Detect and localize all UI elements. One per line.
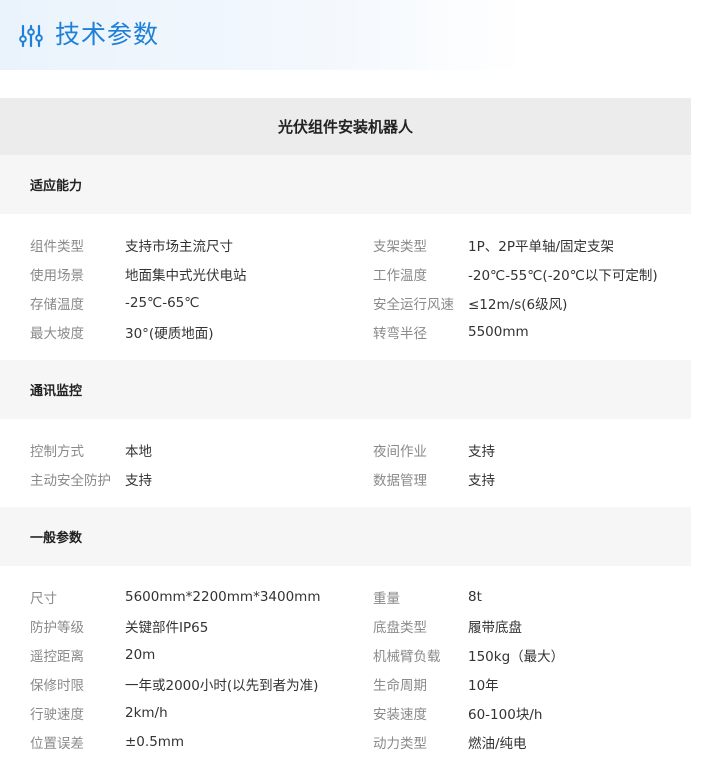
product-title: 光伏组件安装机器人 — [0, 98, 691, 155]
section-title: 通讯监控 — [0, 360, 691, 419]
spec-row: 控制方式 本地 夜间作业 支持 — [0, 435, 691, 464]
spec-row: 遥控距离 20m 机械臂负载 150kg（最大） — [0, 640, 691, 669]
spec-label: 安全运行风速 — [373, 296, 454, 313]
spec-value: 支持 — [468, 472, 495, 489]
spec-row: 位置误差 ±0.5mm 动力类型 燃油/纯电 — [0, 727, 691, 756]
spec-row: 保修时限 一年或2000小时(以先到者为准) 生命周期 10年 — [0, 669, 691, 698]
spec-value: 20m — [125, 646, 156, 663]
spec-value: 本地 — [125, 443, 152, 460]
spec-row: 组件类型 支持市场主流尺寸 支架类型 1P、2P平单轴/固定支架 — [0, 230, 691, 259]
spec-value: ±0.5mm — [125, 733, 185, 750]
spec-value: 150kg（最大） — [468, 648, 565, 665]
section-title: 一般参数 — [0, 507, 691, 566]
section-body: 控制方式 本地 夜间作业 支持 主动安全防护 支持 数据管理 支持 — [0, 419, 691, 507]
spec-row: 存储温度 -25℃-65℃ 安全运行风速 ≤12m/s(6级风) — [0, 288, 691, 317]
spec-value: 关键部件IP65 — [125, 619, 209, 636]
spec-value: 10年 — [468, 677, 499, 694]
spec-value: ≤12m/s(6级风) — [468, 296, 568, 313]
spec-label: 主动安全防护 — [30, 472, 111, 489]
spec-value: 8t — [468, 588, 482, 605]
sliders-icon — [19, 24, 43, 48]
spec-value: 支持市场主流尺寸 — [125, 238, 233, 255]
page-header: 技术参数 — [0, 0, 704, 70]
spec-value: 2km/h — [125, 704, 168, 721]
spec-value: 5500mm — [468, 323, 529, 340]
spec-label: 防护等级 — [30, 619, 84, 636]
section-title: 适应能力 — [0, 155, 691, 214]
spec-label: 底盘类型 — [373, 619, 427, 636]
spec-label: 组件类型 — [30, 238, 84, 255]
spec-label: 尺寸 — [30, 590, 57, 607]
section-body: 组件类型 支持市场主流尺寸 支架类型 1P、2P平单轴/固定支架 使用场景 地面… — [0, 214, 691, 360]
spec-value: 地面集中式光伏电站 — [125, 267, 247, 284]
spec-row: 行驶速度 2km/h 安装速度 60-100块/h — [0, 698, 691, 727]
spec-value: 5600mm*2200mm*3400mm — [125, 588, 321, 605]
spec-value: -25℃-65℃ — [125, 294, 200, 311]
spec-label: 动力类型 — [373, 735, 427, 752]
spec-label: 保修时限 — [30, 677, 84, 694]
spec-value: 履带底盘 — [468, 619, 522, 636]
spec-value: 支持 — [468, 443, 495, 460]
spec-value: 30°(硬质地面) — [125, 325, 214, 342]
spec-value: 燃油/纯电 — [468, 735, 527, 752]
page-title: 技术参数 — [55, 20, 160, 49]
spec-value: 一年或2000小时(以先到者为准) — [125, 677, 319, 694]
spec-row: 尺寸 5600mm*2200mm*3400mm 重量 8t — [0, 582, 691, 611]
spec-row: 最大坡度 30°(硬质地面) 转弯半径 5500mm — [0, 317, 691, 346]
section-body: 尺寸 5600mm*2200mm*3400mm 重量 8t 防护等级 关键部件I… — [0, 566, 691, 770]
spec-label: 位置误差 — [30, 735, 84, 752]
spec-value: 1P、2P平单轴/固定支架 — [468, 238, 615, 255]
spec-row: 主动安全防护 支持 数据管理 支持 — [0, 464, 691, 493]
spec-label: 遥控距离 — [30, 648, 84, 665]
spec-label: 最大坡度 — [30, 325, 84, 342]
spec-label: 控制方式 — [30, 443, 84, 460]
spec-label: 存储温度 — [30, 296, 84, 313]
spec-label: 行驶速度 — [30, 706, 84, 723]
spec-label: 夜间作业 — [373, 443, 427, 460]
spec-label: 安装速度 — [373, 706, 427, 723]
spec-label: 数据管理 — [373, 472, 427, 489]
spec-label: 工作温度 — [373, 267, 427, 284]
spec-value: 60-100块/h — [468, 706, 543, 723]
spec-table: 光伏组件安装机器人 适应能力 组件类型 支持市场主流尺寸 支架类型 1P、2P平… — [0, 98, 691, 770]
spec-row: 防护等级 关键部件IP65 底盘类型 履带底盘 — [0, 611, 691, 640]
spec-row: 使用场景 地面集中式光伏电站 工作温度 -20℃-55℃(-20℃以下可定制) — [0, 259, 691, 288]
spec-label: 支架类型 — [373, 238, 427, 255]
spec-label: 机械臂负载 — [373, 648, 441, 665]
spec-label: 转弯半径 — [373, 325, 427, 342]
spec-label: 生命周期 — [373, 677, 427, 694]
spec-value: 支持 — [125, 472, 152, 489]
spec-value: -20℃-55℃(-20℃以下可定制) — [468, 267, 658, 284]
spec-label: 重量 — [373, 590, 400, 607]
spec-label: 使用场景 — [30, 267, 84, 284]
